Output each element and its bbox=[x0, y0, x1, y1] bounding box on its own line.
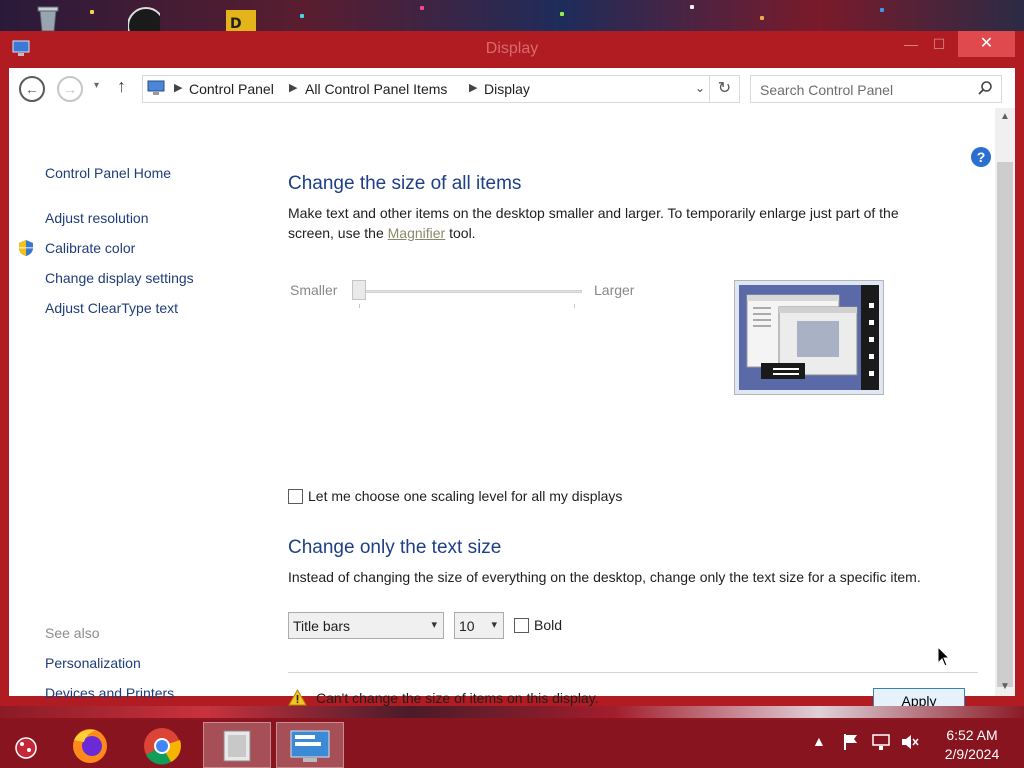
description-line: screen, use the Magnifier tool. bbox=[288, 223, 899, 243]
desktop-shortcut-icon[interactable]: D bbox=[224, 4, 256, 32]
scrollbar-thumb[interactable] bbox=[997, 162, 1013, 687]
size-slider-thumb[interactable] bbox=[352, 280, 366, 300]
recycle-bin-icon[interactable] bbox=[32, 4, 64, 32]
nav-devices-and-printers[interactable]: Devices and Printers bbox=[45, 685, 174, 701]
item-select-value: Title bars bbox=[293, 618, 351, 634]
address-bar[interactable]: ▶ Control Panel ▶ All Control Panel Item… bbox=[142, 75, 710, 103]
slider-max-label: Larger bbox=[594, 282, 635, 298]
breadcrumb-display[interactable]: Display bbox=[484, 81, 530, 97]
display-window: Display — ☐ ✕ ← → ▾ ↑ ▶ Control Panel ▶ … bbox=[0, 31, 1024, 715]
scroll-down-icon[interactable]: ▼ bbox=[995, 678, 1015, 696]
slider-min-label: Smaller bbox=[290, 282, 338, 298]
bold-checkbox[interactable] bbox=[514, 618, 529, 633]
text-size-value: 10 bbox=[459, 618, 475, 634]
search-input[interactable]: Search Control Panel bbox=[760, 82, 893, 98]
control-panel-icon bbox=[147, 80, 165, 95]
clock-date: 2/9/2024 bbox=[944, 746, 1000, 762]
breadcrumb-control-panel[interactable]: Control Panel bbox=[189, 81, 274, 97]
item-select[interactable]: Title bars ▾ bbox=[288, 612, 444, 639]
warning-message: Can't change the size of items on this d… bbox=[316, 690, 599, 706]
scroll-up-icon[interactable]: ▲ bbox=[995, 108, 1015, 126]
help-icon[interactable]: ? bbox=[971, 147, 991, 167]
section-title-text-size: Change only the text size bbox=[288, 537, 502, 558]
bold-label[interactable]: Bold bbox=[534, 617, 562, 633]
file-manager-icon bbox=[223, 730, 251, 762]
vertical-scrollbar[interactable]: ▲ ▼ bbox=[995, 108, 1015, 696]
chevron-right-icon[interactable]: ▶ bbox=[469, 81, 477, 94]
display-preview-image bbox=[734, 280, 884, 395]
forward-button[interactable]: → bbox=[57, 76, 83, 102]
action-center-flag-icon[interactable] bbox=[842, 733, 860, 751]
window-title: Display bbox=[485, 40, 539, 57]
refresh-button[interactable]: ↻ bbox=[710, 75, 740, 103]
chevron-right-icon[interactable]: ▶ bbox=[174, 81, 182, 94]
shield-icon bbox=[19, 240, 33, 256]
breadcrumb-all-items[interactable]: All Control Panel Items bbox=[305, 81, 447, 97]
chevron-down-icon: ▾ bbox=[491, 619, 497, 631]
description-text: screen, use the bbox=[288, 225, 384, 241]
up-button[interactable]: ↑ bbox=[117, 76, 126, 97]
mouse-cursor-icon bbox=[937, 646, 951, 667]
chevron-down-icon[interactable]: ⌄ bbox=[695, 81, 705, 95]
clock[interactable]: 6:52 AM 2/9/2024 bbox=[930, 726, 1014, 764]
firefox-icon[interactable] bbox=[56, 722, 124, 768]
search-box[interactable]: Search Control Panel bbox=[750, 75, 1002, 103]
close-button[interactable]: ✕ bbox=[958, 31, 1015, 57]
search-icon[interactable] bbox=[977, 80, 993, 96]
svg-text:D: D bbox=[230, 16, 242, 32]
size-slider-track bbox=[353, 290, 582, 293]
warning-icon bbox=[288, 689, 307, 706]
navigation-bar: ← → ▾ ↑ ▶ Control Panel ▶ All Control Pa… bbox=[9, 68, 1015, 108]
nav-adjust-cleartype[interactable]: Adjust ClearType text bbox=[45, 300, 178, 316]
display-settings-task[interactable] bbox=[276, 722, 344, 768]
text-size-description: Instead of changing the size of everythi… bbox=[288, 569, 921, 585]
chevron-down-icon: ▾ bbox=[431, 619, 437, 631]
section-title-all-items: Change the size of all items bbox=[288, 173, 522, 194]
volume-muted-icon[interactable] bbox=[900, 733, 920, 751]
see-also-heading: See also bbox=[45, 625, 100, 641]
network-icon[interactable] bbox=[871, 733, 891, 751]
description-line: Make text and other items on the desktop… bbox=[288, 205, 899, 221]
title-bar[interactable]: Display — ☐ ✕ bbox=[0, 31, 1024, 68]
chevron-right-icon[interactable]: ▶ bbox=[289, 81, 297, 94]
maximize-button[interactable]: ☐ bbox=[925, 31, 953, 57]
divider bbox=[288, 672, 978, 673]
scaling-level-label[interactable]: Let me choose one scaling level for all … bbox=[308, 488, 622, 504]
recent-locations-dropdown[interactable]: ▾ bbox=[94, 80, 99, 91]
desktop-app-icon[interactable] bbox=[128, 4, 160, 32]
slider-tick bbox=[574, 304, 575, 308]
scaling-level-checkbox[interactable] bbox=[288, 489, 303, 504]
text-size-select[interactable]: 10 ▾ bbox=[454, 612, 504, 639]
nav-change-display-settings[interactable]: Change display settings bbox=[45, 270, 194, 286]
description-text: tool. bbox=[449, 225, 476, 241]
nav-calibrate-color[interactable]: Calibrate color bbox=[45, 240, 135, 256]
chrome-icon[interactable] bbox=[128, 722, 196, 768]
clock-time: 6:52 AM bbox=[946, 727, 998, 743]
magnifier-link[interactable]: Magnifier bbox=[388, 225, 446, 241]
back-button[interactable]: ← bbox=[19, 76, 45, 102]
desktop-wallpaper: D bbox=[0, 0, 1024, 32]
preview-graphic bbox=[739, 285, 879, 390]
taskbar: ▲ 6:52 AM 2/9/2024 bbox=[0, 718, 1024, 768]
window-content: ← → ▾ ↑ ▶ Control Panel ▶ All Control Pa… bbox=[9, 68, 1015, 715]
nav-control-panel-home[interactable]: Control Panel Home bbox=[45, 165, 171, 181]
app-bubble-icon[interactable] bbox=[6, 722, 46, 768]
show-hidden-icons-icon[interactable]: ▲ bbox=[812, 733, 826, 749]
section-description: Make text and other items on the desktop… bbox=[288, 203, 899, 243]
nav-adjust-resolution[interactable]: Adjust resolution bbox=[45, 210, 149, 226]
nav-personalization[interactable]: Personalization bbox=[45, 655, 141, 671]
display-settings-icon bbox=[290, 730, 330, 762]
slider-tick bbox=[359, 304, 360, 308]
file-manager-task[interactable] bbox=[203, 722, 271, 768]
minimize-button[interactable]: — bbox=[897, 31, 925, 57]
